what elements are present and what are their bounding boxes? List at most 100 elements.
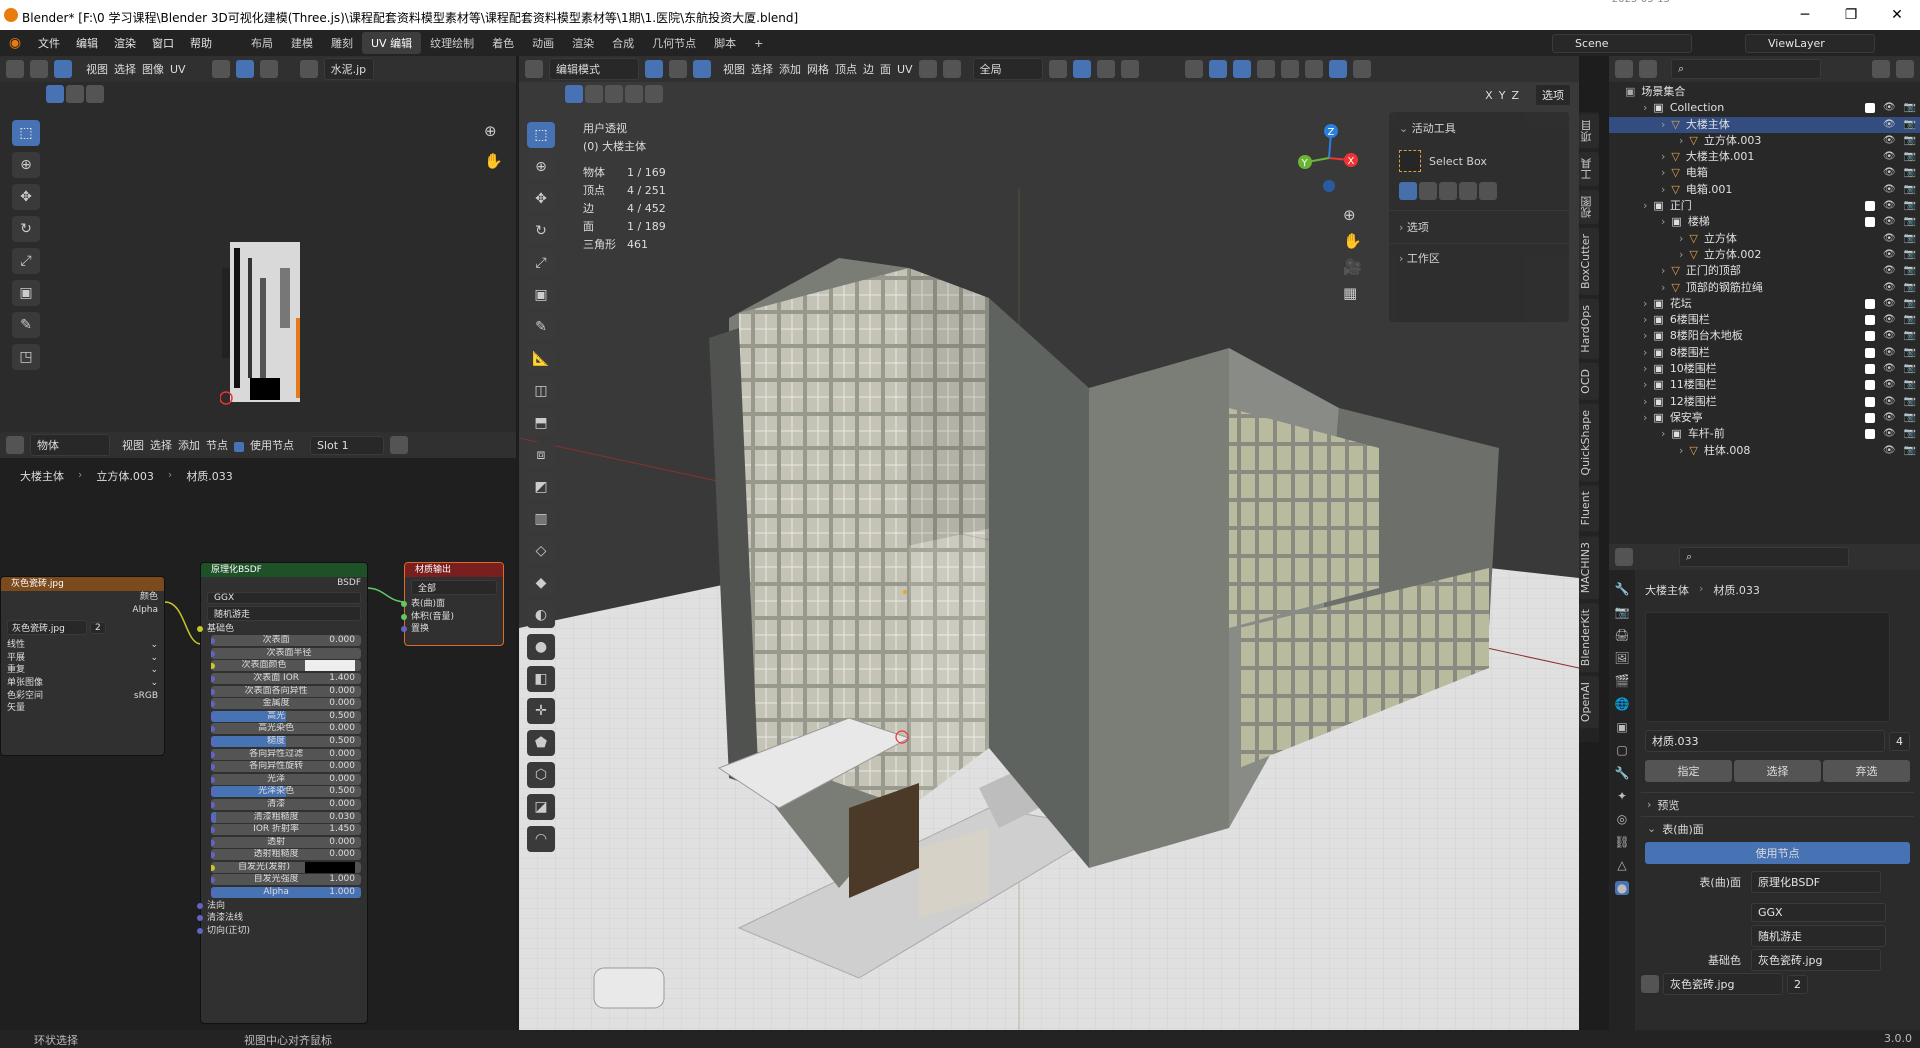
mirror-y-toggle[interactable]: Y — [1499, 89, 1506, 102]
menu-window[interactable]: 窗口 — [144, 35, 182, 51]
bsdf-field[interactable]: 次表面 0.000 — [211, 635, 361, 647]
tool-mode-set-icon[interactable] — [1399, 182, 1417, 200]
vp-shear-icon[interactable]: ⬟ — [527, 730, 555, 756]
outliner-row[interactable]: › ▽ 立方体 👁 📷 — [1609, 231, 1920, 247]
snap-target-icon[interactable] — [1096, 60, 1115, 78]
physics-tab-icon[interactable]: ◎ — [1617, 812, 1627, 826]
assign-button[interactable]: 指定 — [1645, 760, 1732, 782]
visibility-eye-icon[interactable]: 👁 — [1883, 426, 1896, 442]
image-interpolation[interactable]: 线性 ⌄ — [1, 639, 164, 652]
bsdf-field[interactable]: 透射粗糙度 0.000 — [211, 849, 361, 861]
shading-wire-icon[interactable] — [1280, 60, 1299, 78]
gizmo-toggle-icon[interactable] — [1208, 60, 1227, 78]
render-camera-icon[interactable]: 📷 — [1904, 426, 1916, 442]
bsdf-field[interactable]: 次表面各向异性 0.000 — [211, 685, 361, 697]
image-node-users[interactable]: 2 — [90, 621, 106, 634]
sidebar-tab[interactable]: BlenderKit — [1579, 602, 1599, 672]
maximize-button[interactable]: ❐ — [1828, 0, 1874, 30]
nav-pan-icon[interactable]: ✋ — [1343, 232, 1362, 250]
expand-arrow-icon[interactable]: › — [1643, 328, 1647, 344]
vp-select-extend-icon[interactable] — [585, 85, 603, 103]
mode-selector[interactable]: 编辑模式 — [549, 58, 639, 80]
visibility-eye-icon[interactable]: 👁 — [1883, 198, 1896, 214]
include-checkbox[interactable] — [1864, 412, 1875, 423]
visibility-eye-icon[interactable]: 👁 — [1883, 280, 1896, 296]
outliner-row[interactable]: › ▣ 8楼围栏 👁 📷 — [1609, 345, 1920, 361]
bsdf-field[interactable]: 金属度 0.000 — [211, 698, 361, 710]
bsdf-field[interactable]: 自发光(发射) — [211, 861, 361, 873]
select-mode-extend-icon[interactable] — [66, 85, 84, 103]
select-box-tool-icon[interactable]: ⬚ — [12, 120, 40, 146]
bsdf-field-socket[interactable] — [211, 663, 215, 670]
move-tool-icon[interactable]: ✥ — [12, 184, 40, 210]
nav-ortho-icon[interactable]: ▦ — [1343, 284, 1362, 302]
editor-type-icon[interactable] — [6, 60, 24, 78]
visibility-eye-icon[interactable]: 👁 — [1883, 443, 1896, 459]
visibility-eye-icon[interactable]: 👁 — [1883, 394, 1896, 410]
image-node-image-name[interactable]: 灰色瓷砖.jpg — [7, 620, 87, 636]
render-tab-icon[interactable]: 📷 — [1615, 605, 1630, 619]
expand-arrow-icon[interactable]: › — [1643, 198, 1647, 214]
sidebar-tab[interactable]: 视图 — [1579, 190, 1599, 224]
3d-viewport[interactable]: 编辑模式 视图 选择 添加 网格 顶点 边 面 UV 全局 X Y Z 选项 用… — [519, 56, 1579, 1030]
add-workspace-icon[interactable]: + — [745, 34, 772, 53]
outliner-type-icon[interactable] — [1615, 60, 1633, 78]
vp-select-subtract-icon[interactable] — [605, 85, 623, 103]
expand-arrow-icon[interactable]: › — [1643, 100, 1647, 116]
viewport-editor-type-icon[interactable] — [525, 60, 543, 78]
render-camera-icon[interactable]: 📷 — [1904, 247, 1916, 263]
object-tab-icon[interactable]: ▢ — [1616, 743, 1627, 757]
visibility-eye-icon[interactable]: 👁 — [1883, 377, 1896, 393]
bsdf-field-socket[interactable] — [211, 638, 215, 645]
select-mode-subtract-icon[interactable] — [86, 85, 104, 103]
bsdf-field[interactable]: 清漆粗糙度 0.030 — [211, 811, 361, 823]
outliner-row[interactable]: › ▽ 大楼主体 👁 📷 — [1609, 116, 1920, 133]
outliner-row[interactable]: › ▽ 电箱 👁 📷 — [1609, 165, 1920, 181]
tab-texture-paint[interactable]: 纹理绘制 — [421, 32, 483, 54]
outliner-row[interactable]: › ▣ Collection 👁 📷 — [1609, 100, 1920, 116]
vp-loop-cut-icon[interactable]: ▥ — [527, 506, 555, 532]
bsdf-field-socket[interactable] — [211, 751, 215, 758]
scale-tool-icon[interactable]: ⤢ — [12, 248, 40, 274]
bsdf-field[interactable]: 次表面颜色 — [211, 660, 361, 672]
tab-animation[interactable]: 动画 — [523, 32, 563, 54]
bsdf-field[interactable]: 各向异性旋转 0.000 — [211, 761, 361, 773]
render-camera-icon[interactable]: 📷 — [1904, 443, 1916, 459]
outliner-row[interactable]: › ▽ 立方体.003 👁 📷 — [1609, 133, 1920, 149]
active-tool-row[interactable]: Select Box — [1389, 144, 1569, 178]
tool-mode-sub-icon[interactable] — [1439, 182, 1457, 200]
visibility-eye-icon[interactable]: 👁 — [1883, 328, 1896, 344]
particles-tab-icon[interactable]: ✦ — [1617, 789, 1627, 803]
rotate-tool-icon[interactable]: ↻ — [12, 216, 40, 242]
vp-menu-mesh[interactable]: 网格 — [807, 61, 829, 77]
sync-selection-icon[interactable] — [30, 60, 48, 78]
include-checkbox[interactable] — [1864, 315, 1875, 326]
vp-select-invert-icon[interactable] — [625, 85, 643, 103]
data-tab-icon[interactable]: △ — [1617, 858, 1626, 872]
visibility-eye-icon[interactable]: 👁 — [1883, 296, 1896, 312]
bsdf-distribution[interactable]: GGX — [207, 591, 361, 604]
render-camera-icon[interactable]: 📷 — [1904, 361, 1916, 377]
pan-hand-icon[interactable]: ✋ — [484, 152, 503, 170]
image-color-space[interactable]: 色彩空间 sRGB — [1, 690, 164, 703]
expand-arrow-icon[interactable]: › — [1661, 426, 1665, 442]
bsdf-field[interactable]: 透射 0.000 — [211, 836, 361, 848]
snap-toggle-icon[interactable] — [1072, 60, 1091, 78]
vp-add-cube-icon[interactable]: ◫ — [527, 378, 555, 404]
vp-bevel-icon[interactable]: ◩ — [527, 474, 555, 500]
image-name-field[interactable]: 灰色瓷砖.jpg — [1663, 973, 1783, 995]
outliner-row[interactable]: › ▽ 立方体.002 👁 📷 — [1609, 247, 1920, 263]
bsdf-field-socket[interactable] — [211, 688, 215, 695]
expand-arrow-icon[interactable]: › — [1661, 165, 1665, 181]
tab-uv-editing[interactable]: UV 编辑 — [362, 32, 422, 54]
outliner-row[interactable]: › ▣ 8楼阳台木地板 👁 📷 — [1609, 328, 1920, 344]
bsdf-field-socket[interactable] — [211, 650, 215, 657]
pivot-point-icon[interactable] — [1048, 60, 1067, 78]
outliner-row[interactable]: › ▣ 车杆-前 👁 📷 — [1609, 426, 1920, 442]
properties-search[interactable]: ⌕ — [1679, 547, 1849, 567]
pivot-icon[interactable] — [211, 60, 230, 78]
tool-mode-and-icon[interactable] — [1479, 182, 1497, 200]
render-camera-icon[interactable]: 📷 — [1904, 117, 1916, 133]
vp-menu-vertex[interactable]: 顶点 — [835, 61, 857, 77]
modifier-tab-icon[interactable]: 🔧 — [1615, 766, 1630, 780]
